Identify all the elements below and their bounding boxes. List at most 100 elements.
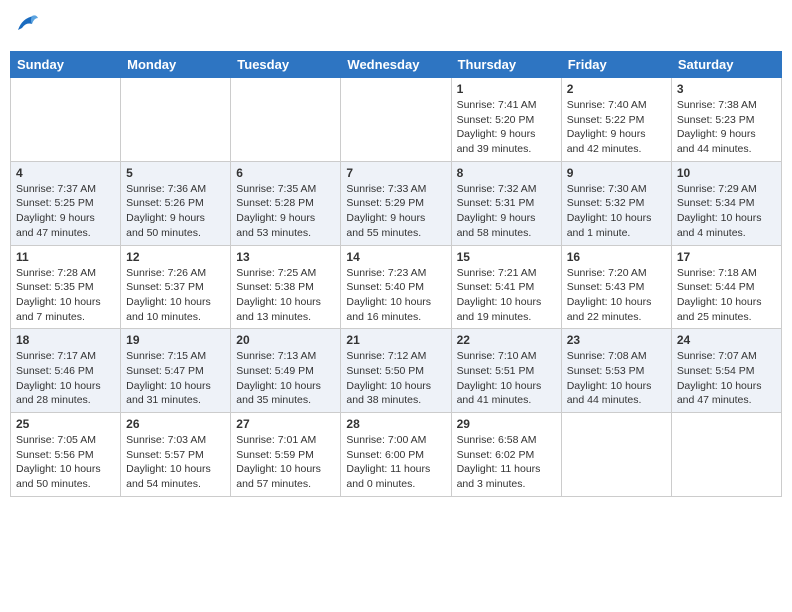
day-number: 20 — [236, 333, 335, 347]
day-number: 17 — [677, 250, 776, 264]
day-number: 18 — [16, 333, 115, 347]
calendar-cell: 29Sunrise: 6:58 AM Sunset: 6:02 PM Dayli… — [451, 413, 561, 497]
day-number: 2 — [567, 82, 666, 96]
day-info: Sunrise: 7:23 AM Sunset: 5:40 PM Dayligh… — [346, 266, 445, 325]
day-number: 3 — [677, 82, 776, 96]
day-number: 11 — [16, 250, 115, 264]
calendar-cell: 13 Sunrise: 7:25 AM Sunset: 5:38 PM Dayli… — [231, 245, 341, 329]
calendar-cell: 25Sunrise: 7:05 AM Sunset: 5:56 PM Dayli… — [11, 413, 121, 497]
day-info: Sunrise: 7:10 AM Sunset: 5:51 PM Dayligh… — [457, 349, 556, 408]
calendar-cell: 7 Sunrise: 7:33 AM Sunset: 5:29 PM Daylig… — [341, 161, 451, 245]
day-number: 16 — [567, 250, 666, 264]
day-info: Sunrise: 7:00 AM Sunset: 6:00 PM Dayligh… — [346, 433, 445, 492]
day-info: Sunrise: 7:33 AM Sunset: 5:29 PM Dayligh… — [346, 182, 445, 241]
calendar-cell — [11, 78, 121, 162]
col-header-friday: Friday — [561, 52, 671, 78]
col-header-monday: Monday — [121, 52, 231, 78]
day-number: 9 — [567, 166, 666, 180]
calendar-cell: 23Sunrise: 7:08 AM Sunset: 5:53 PM Dayli… — [561, 329, 671, 413]
calendar-cell: 11 Sunrise: 7:28 AM Sunset: 5:35 PM Dayli… — [11, 245, 121, 329]
day-number: 5 — [126, 166, 225, 180]
day-number: 26 — [126, 417, 225, 431]
day-info: Sunrise: 7:20 AM Sunset: 5:43 PM Dayligh… — [567, 266, 666, 325]
calendar-cell: 16 Sunrise: 7:20 AM Sunset: 5:43 PM Dayli… — [561, 245, 671, 329]
calendar-cell: 3 Sunrise: 7:38 AM Sunset: 5:23 PM Daylig… — [671, 78, 781, 162]
day-info: Sunrise: 7:38 AM Sunset: 5:23 PM Dayligh… — [677, 98, 776, 157]
calendar-cell — [341, 78, 451, 162]
calendar-cell: 28 Sunrise: 7:00 AM Sunset: 6:00 PM Dayli… — [341, 413, 451, 497]
calendar-cell — [671, 413, 781, 497]
day-number: 14 — [346, 250, 445, 264]
day-number: 24 — [677, 333, 776, 347]
day-info: Sunrise: 7:35 AM Sunset: 5:28 PM Dayligh… — [236, 182, 335, 241]
calendar-cell: 19 Sunrise: 7:15 AM Sunset: 5:47 PM Dayli… — [121, 329, 231, 413]
calendar-cell: 9Sunrise: 7:30 AM Sunset: 5:32 PM Daylig… — [561, 161, 671, 245]
day-info: Sunrise: 7:32 AM Sunset: 5:31 PM Dayligh… — [457, 182, 556, 241]
day-info: Sunrise: 7:40 AM Sunset: 5:22 PM Dayligh… — [567, 98, 666, 157]
calendar-cell: 10 Sunrise: 7:29 AM Sunset: 5:34 PM Dayli… — [671, 161, 781, 245]
calendar-cell: 6 Sunrise: 7:35 AM Sunset: 5:28 PM Daylig… — [231, 161, 341, 245]
calendar-cell: 21 Sunrise: 7:12 AM Sunset: 5:50 PM Dayli… — [341, 329, 451, 413]
day-info: Sunrise: 7:07 AM Sunset: 5:54 PM Dayligh… — [677, 349, 776, 408]
logo — [10, 14, 40, 43]
calendar-cell: 5 Sunrise: 7:36 AM Sunset: 5:26 PM Daylig… — [121, 161, 231, 245]
page-header — [10, 10, 782, 43]
calendar-week-row: 25Sunrise: 7:05 AM Sunset: 5:56 PM Dayli… — [11, 413, 782, 497]
calendar-cell: 20 Sunrise: 7:13 AM Sunset: 5:49 PM Dayli… — [231, 329, 341, 413]
day-info: Sunrise: 7:25 AM Sunset: 5:38 PM Dayligh… — [236, 266, 335, 325]
day-number: 28 — [346, 417, 445, 431]
day-number: 21 — [346, 333, 445, 347]
day-number: 1 — [457, 82, 556, 96]
day-info: Sunrise: 7:15 AM Sunset: 5:47 PM Dayligh… — [126, 349, 225, 408]
day-number: 7 — [346, 166, 445, 180]
day-info: Sunrise: 7:37 AM Sunset: 5:25 PM Dayligh… — [16, 182, 115, 241]
day-number: 4 — [16, 166, 115, 180]
day-info: Sunrise: 7:21 AM Sunset: 5:41 PM Dayligh… — [457, 266, 556, 325]
day-info: Sunrise: 7:17 AM Sunset: 5:46 PM Dayligh… — [16, 349, 115, 408]
calendar-cell: 15 Sunrise: 7:21 AM Sunset: 5:41 PM Dayli… — [451, 245, 561, 329]
calendar-cell: 18 Sunrise: 7:17 AM Sunset: 5:46 PM Dayli… — [11, 329, 121, 413]
calendar-week-row: 1 Sunrise: 7:41 AM Sunset: 5:20 PM Daylig… — [11, 78, 782, 162]
col-header-wednesday: Wednesday — [341, 52, 451, 78]
day-info: Sunrise: 7:41 AM Sunset: 5:20 PM Dayligh… — [457, 98, 556, 157]
day-info: Sunrise: 7:03 AM Sunset: 5:57 PM Dayligh… — [126, 433, 225, 492]
col-header-sunday: Sunday — [11, 52, 121, 78]
col-header-thursday: Thursday — [451, 52, 561, 78]
day-info: Sunrise: 7:36 AM Sunset: 5:26 PM Dayligh… — [126, 182, 225, 241]
day-number: 23 — [567, 333, 666, 347]
calendar-cell: 22 Sunrise: 7:10 AM Sunset: 5:51 PM Dayli… — [451, 329, 561, 413]
day-number: 8 — [457, 166, 556, 180]
calendar-cell: 14 Sunrise: 7:23 AM Sunset: 5:40 PM Dayli… — [341, 245, 451, 329]
calendar-cell — [561, 413, 671, 497]
calendar-cell: 1 Sunrise: 7:41 AM Sunset: 5:20 PM Daylig… — [451, 78, 561, 162]
logo-bird-icon — [12, 10, 40, 38]
calendar-cell: 17 Sunrise: 7:18 AM Sunset: 5:44 PM Dayli… — [671, 245, 781, 329]
calendar-cell: 24 Sunrise: 7:07 AM Sunset: 5:54 PM Dayli… — [671, 329, 781, 413]
calendar-cell — [231, 78, 341, 162]
calendar-cell: 12 Sunrise: 7:26 AM Sunset: 5:37 PM Dayli… — [121, 245, 231, 329]
day-number: 12 — [126, 250, 225, 264]
calendar-cell: 26 Sunrise: 7:03 AM Sunset: 5:57 PM Dayli… — [121, 413, 231, 497]
calendar-cell: 4 Sunrise: 7:37 AM Sunset: 5:25 PM Daylig… — [11, 161, 121, 245]
calendar-week-row: 11 Sunrise: 7:28 AM Sunset: 5:35 PM Dayli… — [11, 245, 782, 329]
day-number: 6 — [236, 166, 335, 180]
calendar-cell — [121, 78, 231, 162]
day-number: 10 — [677, 166, 776, 180]
day-info: Sunrise: 7:18 AM Sunset: 5:44 PM Dayligh… — [677, 266, 776, 325]
day-info: Sunrise: 7:28 AM Sunset: 5:35 PM Dayligh… — [16, 266, 115, 325]
day-info: Sunrise: 7:26 AM Sunset: 5:37 PM Dayligh… — [126, 266, 225, 325]
day-info: Sunrise: 7:12 AM Sunset: 5:50 PM Dayligh… — [346, 349, 445, 408]
day-number: 19 — [126, 333, 225, 347]
day-info: Sunrise: 7:05 AM Sunset: 5:56 PM Dayligh… — [16, 433, 115, 492]
day-number: 22 — [457, 333, 556, 347]
calendar-week-row: 18 Sunrise: 7:17 AM Sunset: 5:46 PM Dayli… — [11, 329, 782, 413]
day-number: 13 — [236, 250, 335, 264]
day-info: Sunrise: 7:13 AM Sunset: 5:49 PM Dayligh… — [236, 349, 335, 408]
day-number: 15 — [457, 250, 556, 264]
calendar-cell: 8 Sunrise: 7:32 AM Sunset: 5:31 PM Daylig… — [451, 161, 561, 245]
col-header-saturday: Saturday — [671, 52, 781, 78]
day-number: 29 — [457, 417, 556, 431]
calendar-week-row: 4 Sunrise: 7:37 AM Sunset: 5:25 PM Daylig… — [11, 161, 782, 245]
day-info: Sunrise: 7:29 AM Sunset: 5:34 PM Dayligh… — [677, 182, 776, 241]
calendar-table: SundayMondayTuesdayWednesdayThursdayFrid… — [10, 51, 782, 497]
